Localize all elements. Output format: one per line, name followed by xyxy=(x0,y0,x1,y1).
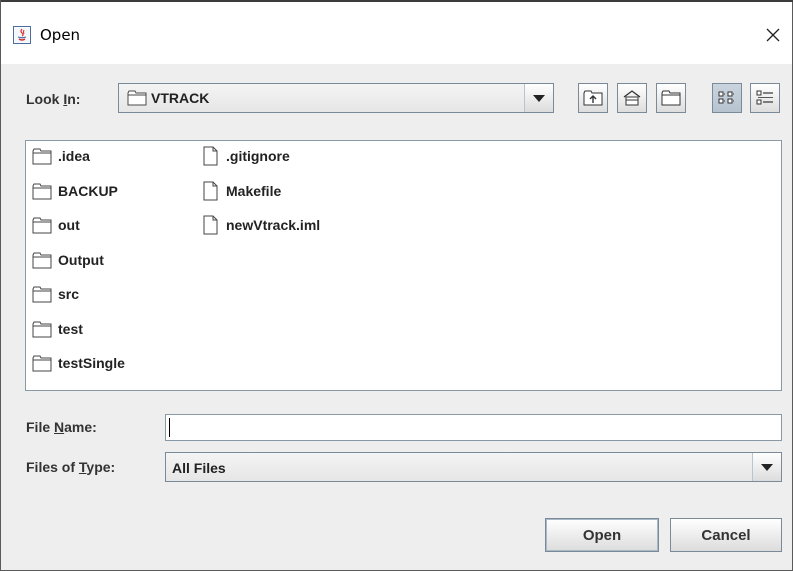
new-folder-button[interactable] xyxy=(656,83,686,113)
folder-icon xyxy=(32,355,52,372)
file-icon xyxy=(203,181,218,200)
chevron-down-icon xyxy=(761,463,773,471)
look-in-dropdown-button[interactable] xyxy=(524,84,553,112)
folder-item[interactable]: BACKUP xyxy=(32,180,118,202)
file-item[interactable]: .gitignore xyxy=(200,145,290,167)
up-one-level-button[interactable] xyxy=(578,83,608,113)
open-dialog: Open Look In: VTRACK .idea BACKUP out Ou… xyxy=(0,0,793,571)
folder-up-icon xyxy=(583,90,603,106)
files-of-type-combo[interactable]: All Files xyxy=(165,452,782,482)
new-folder-icon xyxy=(661,90,681,106)
folder-icon xyxy=(32,321,52,337)
close-icon xyxy=(766,28,780,42)
file-icon xyxy=(203,215,218,235)
close-button[interactable] xyxy=(758,20,788,50)
item-name: .gitignore xyxy=(226,148,290,164)
item-name: Output xyxy=(58,251,104,268)
file-name-label: File Name: xyxy=(26,419,97,435)
file-item[interactable]: Makefile xyxy=(200,180,281,202)
folder-item[interactable]: src xyxy=(32,283,79,305)
folder-item[interactable]: out xyxy=(32,214,80,236)
details-view-button[interactable] xyxy=(750,83,780,113)
file-icon xyxy=(203,146,218,166)
window-title: Open xyxy=(40,26,81,44)
folder-icon xyxy=(32,183,52,199)
file-item[interactable]: newVtrack.iml xyxy=(200,214,320,236)
folder-item[interactable]: test xyxy=(32,318,83,340)
files-of-type-label: Files of Type: xyxy=(26,459,116,475)
file-list[interactable]: .idea BACKUP out Output src test testSingle .gi… xyxy=(25,140,782,391)
item-name: Makefile xyxy=(226,182,282,199)
file-name-input[interactable] xyxy=(165,414,782,441)
files-of-type-value: All Files xyxy=(172,460,226,476)
java-app-icon xyxy=(13,26,31,44)
folder-item[interactable]: Output xyxy=(32,249,104,271)
list-view-button[interactable] xyxy=(712,83,742,113)
folder-icon xyxy=(32,252,52,268)
look-in-label: Look In: xyxy=(26,91,81,107)
look-in-value: VTRACK xyxy=(151,90,210,106)
cancel-button[interactable]: Cancel xyxy=(670,518,782,552)
text-caret xyxy=(169,418,170,437)
item-name: newVtrack.iml xyxy=(226,217,321,233)
open-button[interactable]: Open xyxy=(545,518,659,552)
chevron-down-icon xyxy=(533,94,545,102)
home-button[interactable] xyxy=(617,83,647,113)
title-bar[interactable]: Open xyxy=(1,2,792,64)
item-name: out xyxy=(58,217,80,233)
files-of-type-dropdown-button[interactable] xyxy=(752,453,781,481)
item-name: .idea xyxy=(58,148,90,164)
folder-icon xyxy=(32,286,52,303)
list-view-icon xyxy=(718,91,735,104)
folder-icon xyxy=(127,90,147,106)
details-view-icon xyxy=(756,90,773,105)
look-in-combo[interactable]: VTRACK xyxy=(118,83,554,113)
folder-item[interactable]: testSingle xyxy=(32,352,125,374)
folder-icon xyxy=(32,148,52,165)
folder-item[interactable]: .idea xyxy=(32,145,90,167)
item-name: src xyxy=(58,286,80,302)
item-name: test xyxy=(58,320,83,337)
folder-icon xyxy=(32,217,52,234)
home-icon xyxy=(623,90,641,106)
item-name: BACKUP xyxy=(58,182,118,199)
item-name: testSingle xyxy=(58,355,125,371)
